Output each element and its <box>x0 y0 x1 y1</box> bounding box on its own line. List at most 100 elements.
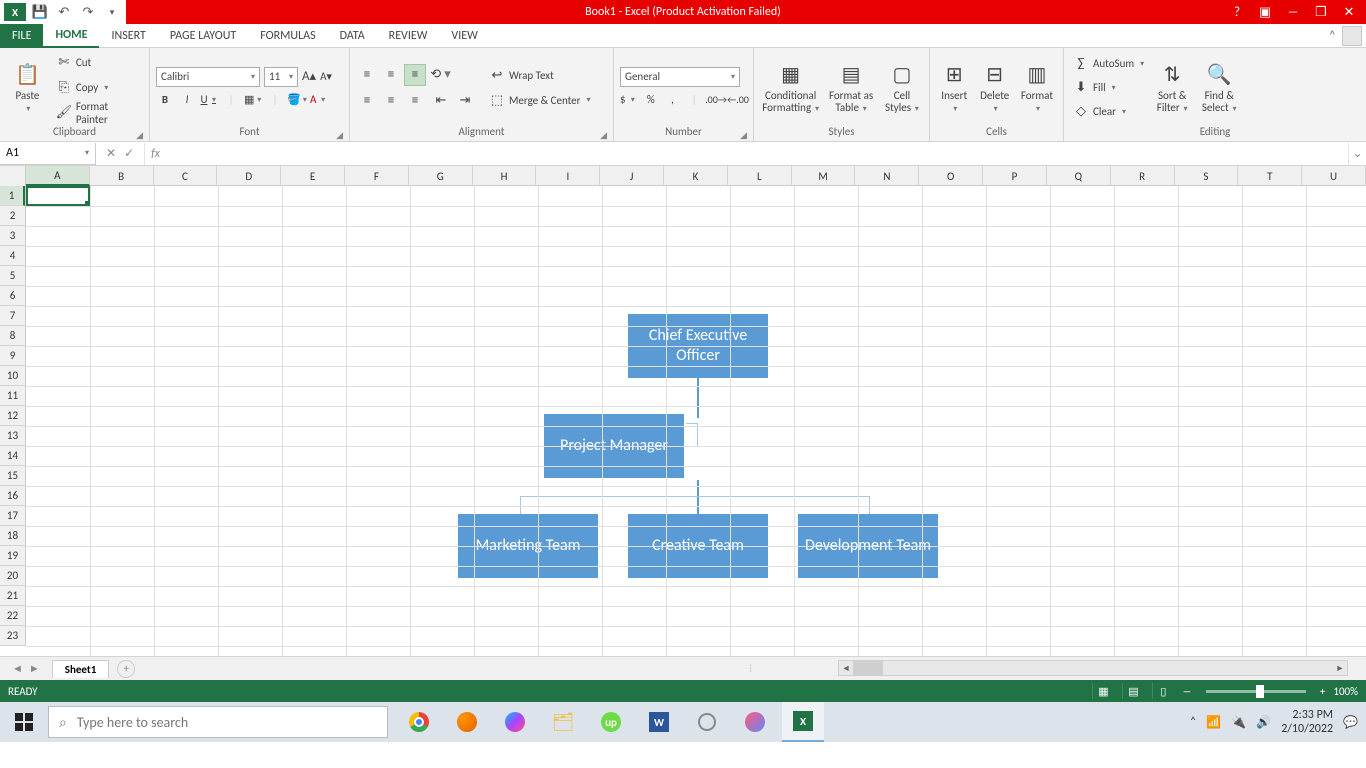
decrease-font-icon[interactable]: A▾ <box>320 70 332 83</box>
accounting-format-button[interactable]: $▾ <box>620 91 638 109</box>
comma-format-button[interactable]: , <box>664 91 682 109</box>
select-all-button[interactable] <box>0 166 26 186</box>
ribbon-display-icon[interactable]: ▣ <box>1256 5 1274 20</box>
taskbar-chrome-icon[interactable] <box>398 702 440 742</box>
row-header[interactable]: 23 <box>0 626 25 646</box>
minimize-icon[interactable]: ― <box>1284 5 1302 20</box>
sheet-nav-next-icon[interactable]: ► <box>29 662 40 675</box>
start-button[interactable] <box>0 702 48 742</box>
format-cells-button[interactable]: ▥Format▾ <box>1017 52 1057 124</box>
underline-button[interactable]: U▾ <box>200 91 218 109</box>
increase-indent-icon[interactable]: ⇥ <box>454 90 476 112</box>
column-header[interactable]: L <box>728 166 792 186</box>
taskbar-upwork-icon[interactable]: up <box>590 702 632 742</box>
column-header[interactable]: G <box>409 166 473 186</box>
column-header[interactable]: N <box>855 166 919 186</box>
row-header[interactable]: 17 <box>0 506 25 526</box>
zoom-out-button[interactable]: ― <box>1182 685 1192 698</box>
tray-notifications-icon[interactable]: 💬 <box>1343 715 1358 730</box>
fill-color-button[interactable]: 🪣▾ <box>288 91 306 109</box>
column-header[interactable]: O <box>919 166 983 186</box>
tray-volume-icon[interactable]: 🔊 <box>1256 715 1271 730</box>
row-header[interactable]: 18 <box>0 526 25 546</box>
row-header[interactable]: 3 <box>0 226 25 246</box>
excel-app-icon[interactable]: X <box>4 3 26 21</box>
font-launcher-icon[interactable]: ◢ <box>336 130 343 141</box>
view-page-layout-icon[interactable]: ▤ <box>1122 683 1144 699</box>
tab-page-layout[interactable]: PAGE LAYOUT <box>158 24 248 48</box>
column-header[interactable]: I <box>536 166 600 186</box>
decrease-decimal-button[interactable]: ←.00 <box>729 91 747 109</box>
number-launcher-icon[interactable]: ◢ <box>740 130 747 141</box>
formula-input[interactable] <box>166 143 1348 165</box>
zoom-in-button[interactable]: + <box>1320 685 1325 698</box>
column-header[interactable]: R <box>1111 166 1175 186</box>
taskbar-excel-icon[interactable]: X <box>782 702 824 742</box>
row-header[interactable]: 20 <box>0 566 25 586</box>
taskbar-messenger-icon[interactable] <box>494 702 536 742</box>
merge-center-button[interactable]: ⬚Merge & Center▾ <box>486 89 594 111</box>
row-header[interactable]: 9 <box>0 346 25 366</box>
orientation-icon[interactable]: ⟲▾ <box>430 64 452 86</box>
column-header[interactable]: P <box>983 166 1047 186</box>
enter-formula-icon[interactable]: ✓ <box>124 146 134 161</box>
taskbar-firefox-icon[interactable] <box>446 702 488 742</box>
increase-font-icon[interactable]: A▴ <box>302 69 316 84</box>
column-header[interactable]: B <box>90 166 154 186</box>
border-button[interactable]: ▦▾ <box>244 91 262 109</box>
align-center-icon[interactable]: ≡ <box>380 90 402 112</box>
delete-cells-button[interactable]: ⊟Delete▾ <box>976 52 1012 124</box>
name-box[interactable]: A1▾ <box>0 143 96 165</box>
redo-icon[interactable]: ↷ <box>78 2 98 22</box>
taskbar-word-icon[interactable]: W <box>638 702 680 742</box>
row-header[interactable]: 2 <box>0 206 25 226</box>
tray-battery-icon[interactable]: 🔌 <box>1231 715 1246 730</box>
wrap-text-button[interactable]: ↩Wrap Text <box>486 64 594 86</box>
row-header[interactable]: 7 <box>0 306 25 326</box>
maximize-icon[interactable]: ❐ <box>1312 5 1330 20</box>
horizontal-scrollbar[interactable]: ◄ ► <box>838 660 1348 676</box>
italic-button[interactable]: I <box>178 91 196 109</box>
font-name-combo[interactable]: Calibri▾ <box>156 67 260 87</box>
taskbar-search[interactable]: ⌕ Type here to search <box>48 706 388 738</box>
view-normal-icon[interactable]: ▦ <box>1092 683 1114 699</box>
column-header[interactable]: S <box>1175 166 1239 186</box>
conditional-formatting-button[interactable]: ▦Conditional Formatting ▾ <box>760 52 821 124</box>
tab-review[interactable]: REVIEW <box>377 24 440 48</box>
align-right-icon[interactable]: ≡ <box>404 90 426 112</box>
row-header[interactable]: 6 <box>0 286 25 306</box>
tray-overflow-icon[interactable]: ˄ <box>1190 715 1196 729</box>
row-header[interactable]: 10 <box>0 366 25 386</box>
zoom-slider[interactable] <box>1206 690 1306 693</box>
cells-area[interactable]: Chief Executive Officer Project Manager … <box>26 186 1366 656</box>
column-header[interactable]: U <box>1302 166 1366 186</box>
row-header[interactable]: 22 <box>0 606 25 626</box>
sort-filter-button[interactable]: ⇅Sort & Filter ▾ <box>1151 52 1193 124</box>
undo-icon[interactable]: ↶ <box>54 2 74 22</box>
align-middle-icon[interactable]: ≡ <box>380 64 402 86</box>
align-left-icon[interactable]: ≡ <box>356 90 378 112</box>
column-header[interactable]: A <box>26 166 90 186</box>
find-select-button[interactable]: 🔍Find & Select ▾ <box>1197 52 1241 124</box>
font-size-combo[interactable]: 11▾ <box>264 67 298 87</box>
zoom-level[interactable]: 100% <box>1333 685 1358 698</box>
cancel-formula-icon[interactable]: ✕ <box>106 146 116 161</box>
fill-button[interactable]: ⬇Fill▾ <box>1070 77 1147 99</box>
column-header[interactable]: H <box>473 166 537 186</box>
qat-customize-icon[interactable]: ▾ <box>102 2 122 22</box>
row-header[interactable]: 8 <box>0 326 25 346</box>
autosum-button[interactable]: ∑AutoSum▾ <box>1070 53 1147 75</box>
column-header[interactable]: D <box>217 166 281 186</box>
decrease-indent-icon[interactable]: ⇤ <box>430 90 452 112</box>
active-cell[interactable] <box>26 186 90 206</box>
column-header[interactable]: E <box>281 166 345 186</box>
align-bottom-icon[interactable]: ≡ <box>404 64 426 86</box>
row-header[interactable]: 16 <box>0 486 25 506</box>
sheet-nav-prev-icon[interactable]: ◄ <box>12 662 23 675</box>
row-header[interactable]: 14 <box>0 446 25 466</box>
new-sheet-button[interactable]: + <box>117 660 135 678</box>
format-painter-button[interactable]: 🖌Format Painter <box>53 102 143 124</box>
row-header[interactable]: 15 <box>0 466 25 486</box>
clipboard-launcher-icon[interactable]: ◢ <box>136 130 143 141</box>
taskbar-clock-icon[interactable] <box>686 702 728 742</box>
